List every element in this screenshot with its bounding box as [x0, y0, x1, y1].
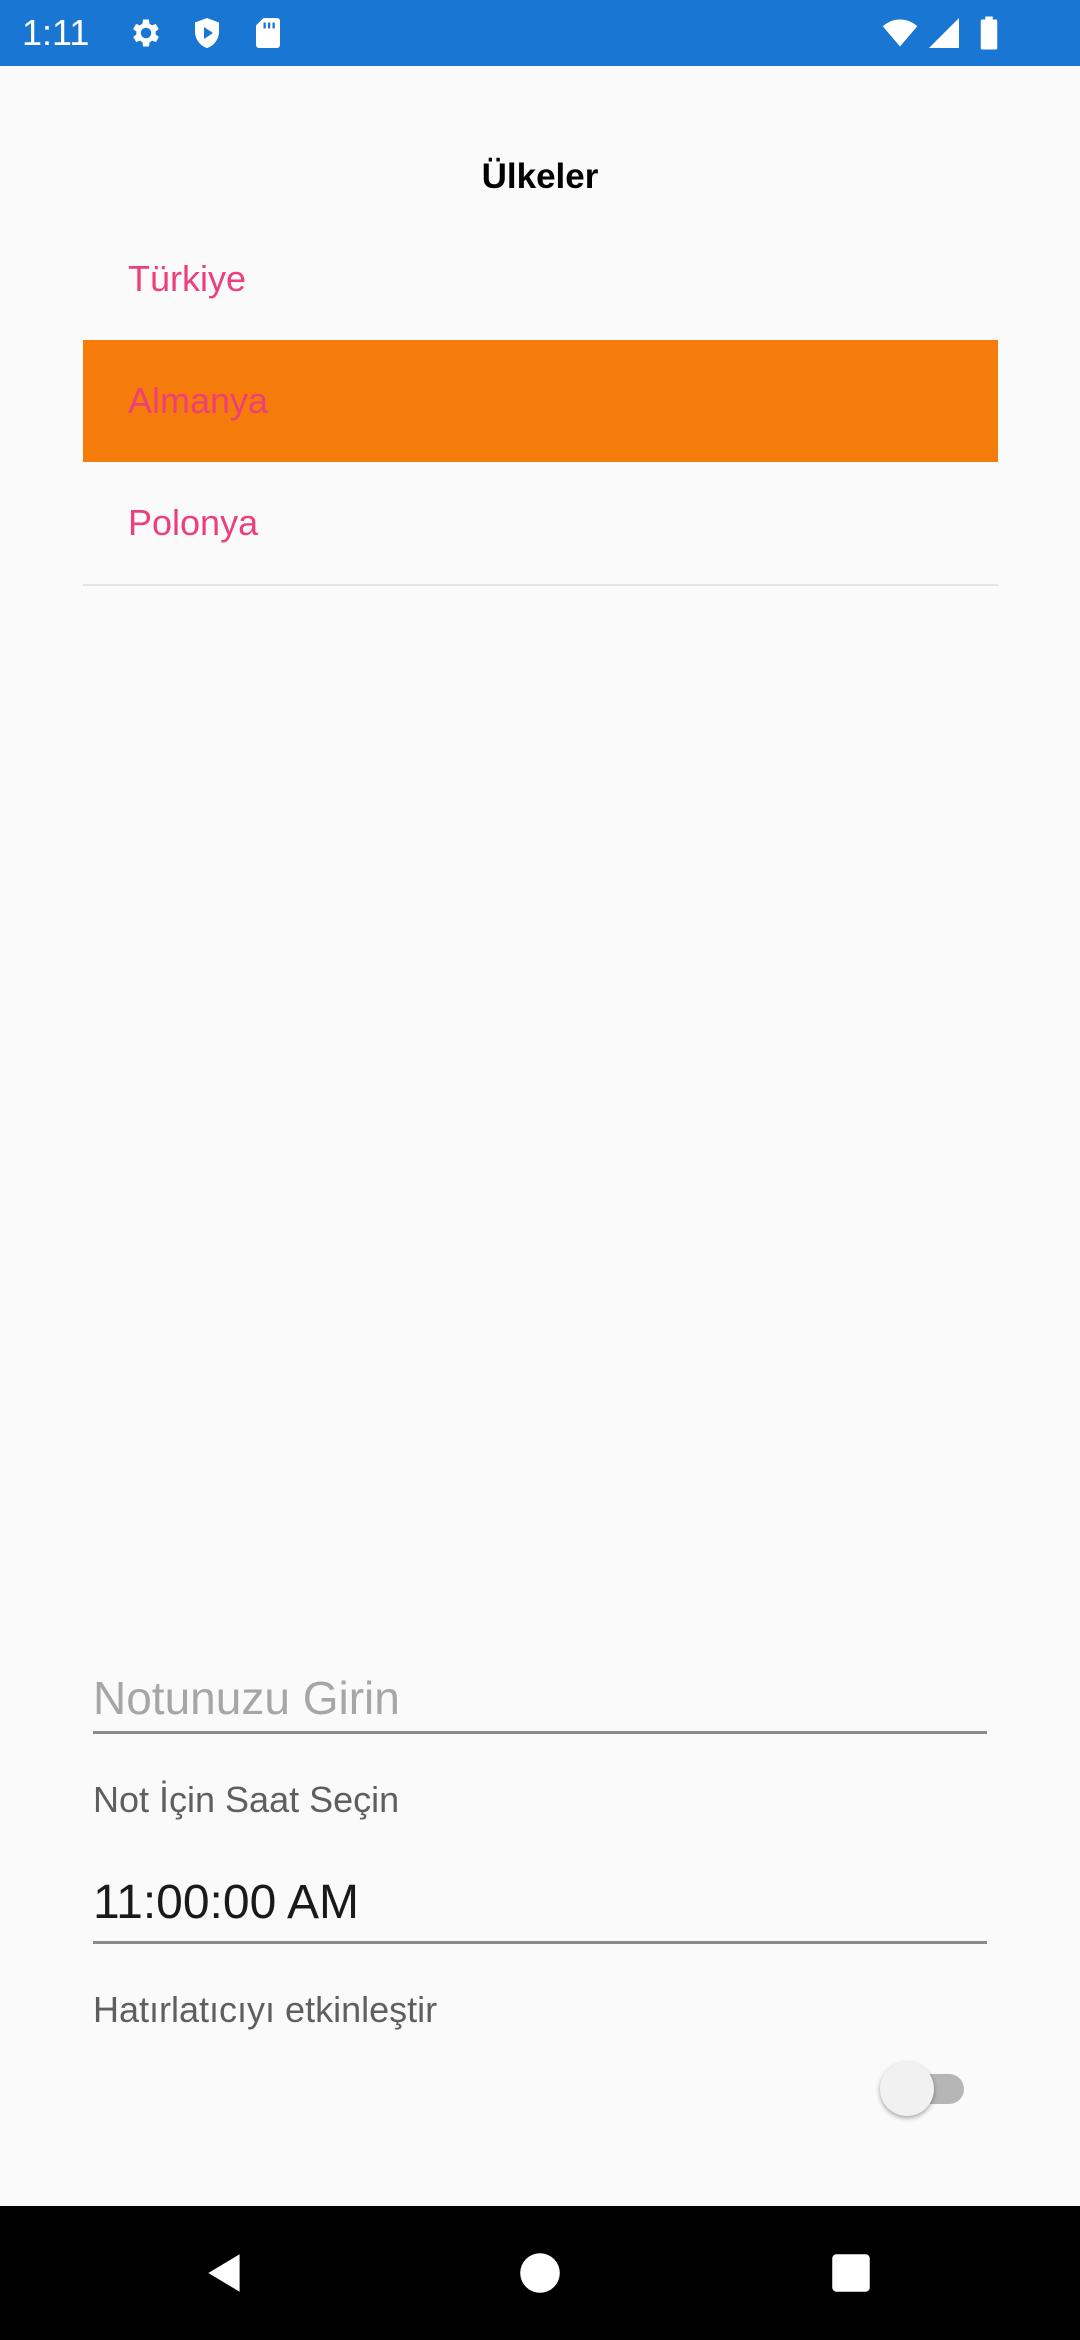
- status-bar: 1:11: [0, 0, 1080, 66]
- home-icon[interactable]: [515, 2248, 565, 2298]
- list-item-label: Almanya: [128, 380, 269, 421]
- wifi-icon: [882, 15, 918, 51]
- sd-card-icon: [250, 15, 286, 51]
- list-item-label: Türkiye: [128, 258, 247, 299]
- list-item-almanya[interactable]: Almanya: [83, 340, 998, 462]
- play-protect-icon: [189, 15, 225, 51]
- app-screen: 1:11 Ülkeler Türkiye Almanya Polonya Not…: [0, 0, 1080, 2340]
- country-list: Türkiye Almanya Polonya: [83, 218, 998, 586]
- cellular-signal-icon: [926, 15, 962, 51]
- status-time: 1:11: [22, 12, 90, 53]
- list-item-polonya[interactable]: Polonya: [83, 462, 998, 584]
- time-picker[interactable]: 11:00:00 AM: [93, 1870, 987, 1944]
- note-input[interactable]: [93, 1664, 987, 1734]
- list-divider: [83, 584, 998, 586]
- navigation-bar: [0, 2206, 1080, 2340]
- back-icon[interactable]: [200, 2248, 250, 2298]
- time-select-label: Not İçin Saat Seçin: [93, 1779, 400, 1820]
- list-item-turkiye[interactable]: Türkiye: [83, 218, 998, 340]
- list-item-label: Polonya: [128, 502, 259, 543]
- settings-icon: [128, 15, 164, 51]
- toggle-thumb: [880, 2062, 934, 2116]
- page-title: Ülkeler: [481, 157, 599, 196]
- reminder-toggle[interactable]: [880, 2062, 970, 2116]
- recents-icon[interactable]: [826, 2248, 876, 2298]
- battery-icon: [974, 15, 1004, 51]
- reminder-label: Hatırlatıcıyı etkinleştir: [93, 1989, 438, 2030]
